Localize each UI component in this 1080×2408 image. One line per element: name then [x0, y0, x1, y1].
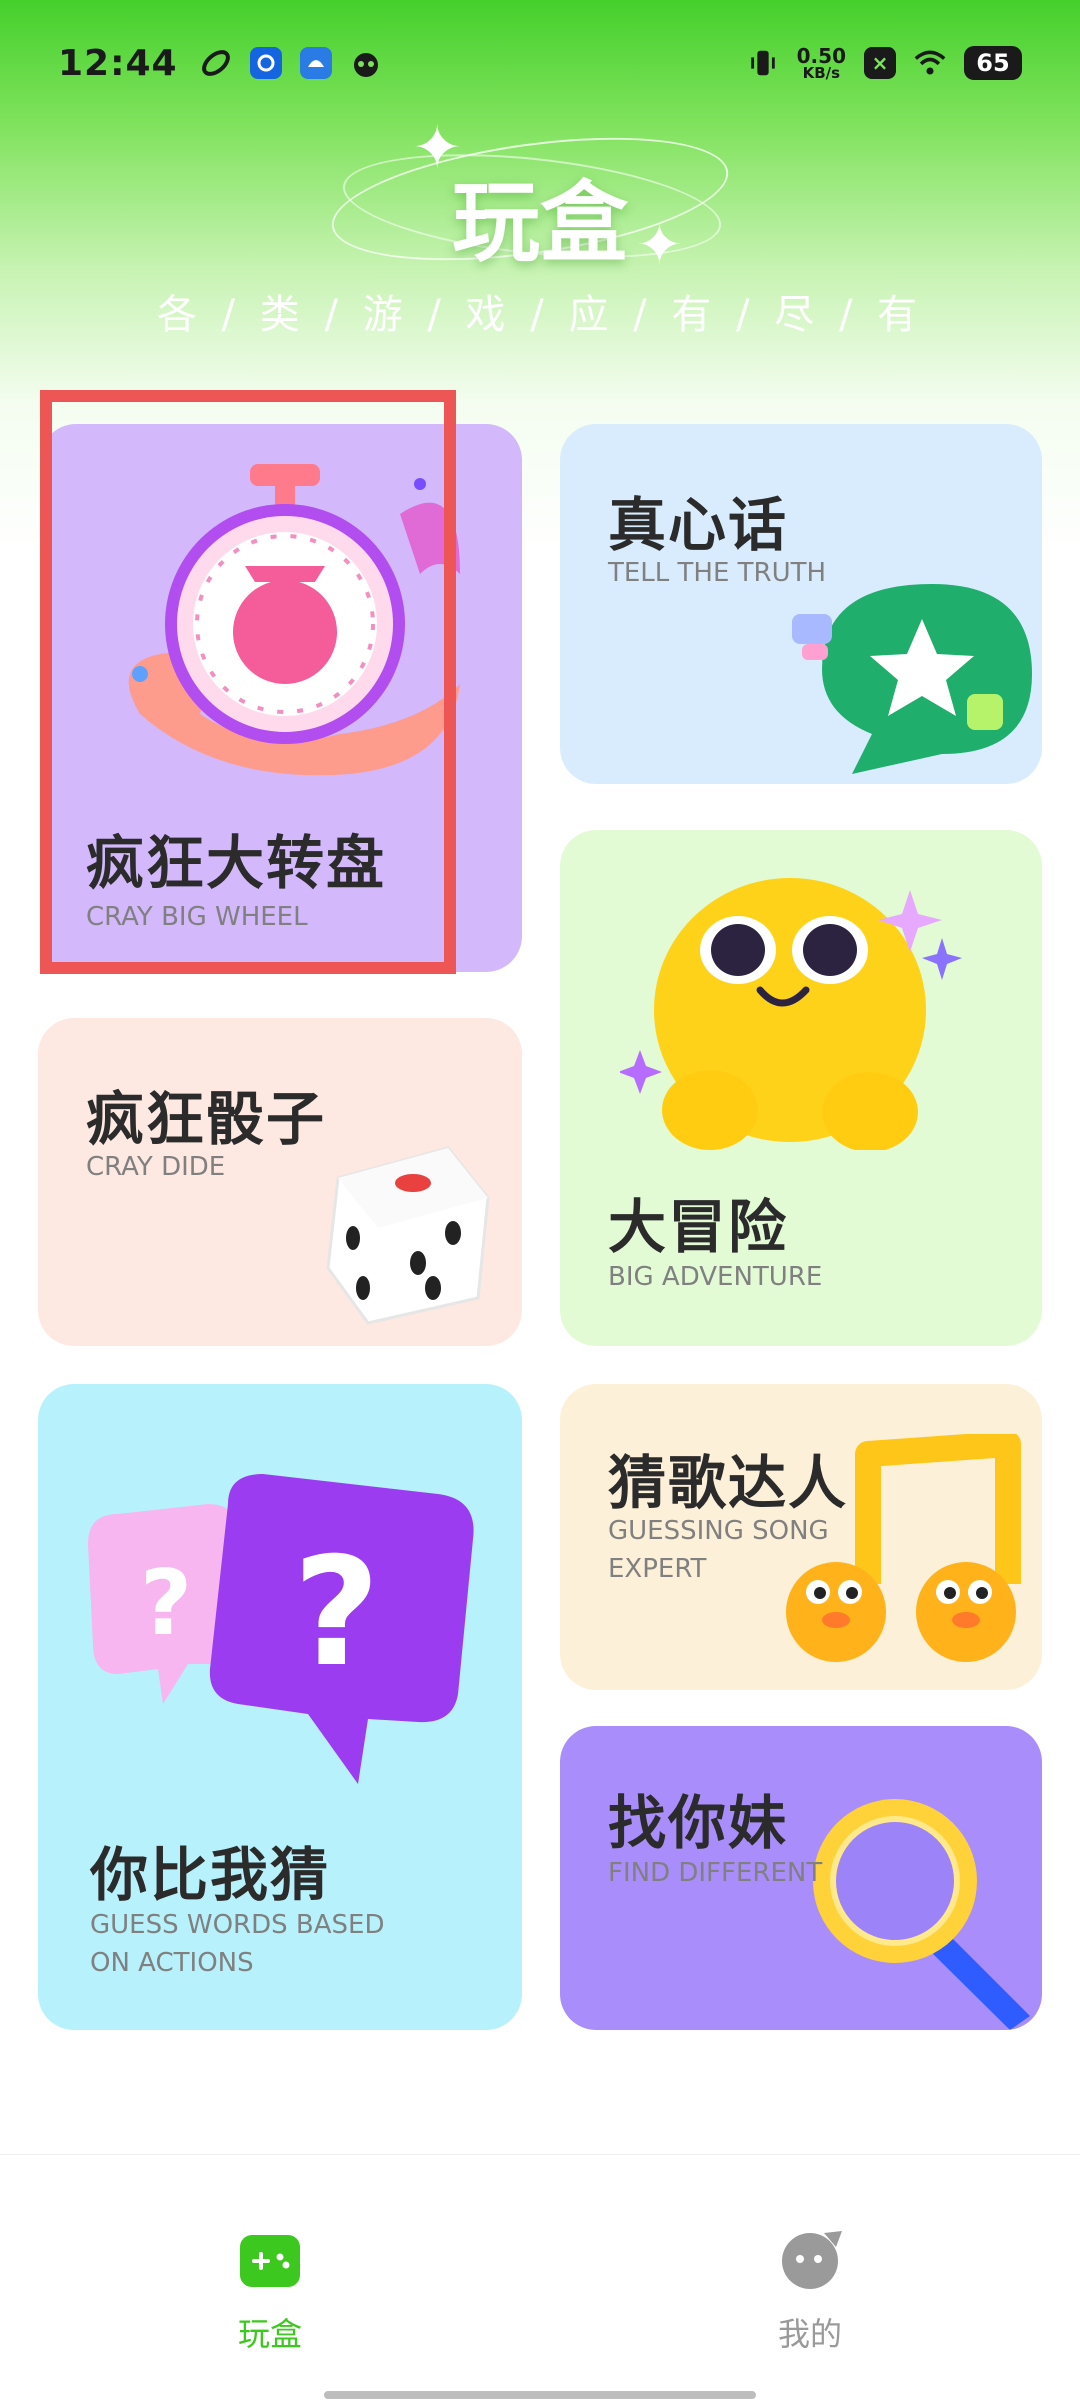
nav-tab-playbox[interactable]: 玩盒 [0, 2155, 540, 2355]
sim-off-icon: × [864, 47, 896, 79]
nav-label-playbox: 玩盒 [237, 2315, 302, 2353]
page-title: 玩盒 [451, 171, 628, 274]
card-subtitle-line2: ON ACTIONS [90, 1948, 254, 1978]
game-card-dice[interactable]: 疯狂骰子 CRAY DIDE [38, 1018, 522, 1346]
music-note-icon [778, 1431, 1028, 1674]
game-card-find-different[interactable]: 找你妹 FIND DIFFERENT [560, 1726, 1042, 2030]
app-icon-2 [249, 47, 282, 79]
net-speed: 0.50 KB/s [796, 43, 846, 82]
status-bar: 12:44 0.50 KB/s × 65 [0, 0, 1080, 126]
chat-star-icon [792, 574, 1042, 784]
nav-tab-mine[interactable]: 我的 [540, 2155, 1080, 2355]
card-subtitle-line2: EXPERT [608, 1554, 707, 1584]
app-header: ✦ ✦ 玩盒 各 / 类 / 游 / 戏 / 应 / 有 / 尽 / 有 [0, 110, 1080, 350]
card-subtitle: CRAY DIDE [86, 1152, 226, 1182]
app-icon-1 [200, 47, 232, 79]
card-title: 疯狂骰子 [86, 1085, 327, 1153]
page-subtitle: 各 / 类 / 游 / 戏 / 应 / 有 / 尽 / 有 [156, 292, 924, 338]
card-subtitle-line1: GUESS WORDS BASED [90, 1910, 385, 1940]
status-time: 12:44 [58, 42, 178, 84]
svg-text:?: ? [140, 1551, 192, 1656]
battery-icon: 65 [964, 46, 1022, 80]
card-title: 你比我猜 [90, 1841, 331, 1909]
game-card-guess-words[interactable]: ? ? 你比我猜 GUESS WORDS BASED ON ACTIONS [38, 1384, 522, 2030]
card-title: 疯狂大转盘 [86, 829, 387, 897]
svg-text:?: ? [293, 1526, 380, 1700]
status-left-icons [200, 47, 382, 79]
card-title: 大冒险 [608, 1193, 789, 1261]
card-title: 找你妹 [608, 1789, 789, 1857]
app-icon-4 [350, 47, 382, 79]
game-card-truth[interactable]: 真心话 TELL THE TRUTH [560, 424, 1042, 784]
vibrate-icon [747, 47, 779, 79]
card-subtitle: FIND DIFFERENT [608, 1858, 823, 1888]
magnifier-icon [800, 1776, 1042, 2030]
nav-label-mine: 我的 [777, 2315, 842, 2353]
profile-icon [780, 2227, 844, 2291]
app-icon-3 [299, 47, 332, 79]
smiley-icon [618, 850, 980, 1152]
bottom-nav: 玩盒 我的 [0, 2154, 1080, 2408]
stopwatch-icon [100, 454, 480, 784]
card-title: 真心话 [608, 491, 789, 559]
game-card-big-wheel[interactable]: 疯狂大转盘 CRAY BIG WHEEL [40, 424, 522, 972]
gamepad-icon [240, 2235, 300, 2287]
home-indicator[interactable] [324, 2391, 756, 2399]
game-card-adventure[interactable]: 大冒险 BIG ADVENTURE [560, 830, 1042, 1346]
dice-icon [308, 1138, 498, 1328]
question-bubbles-icon: ? ? [68, 1464, 488, 1804]
card-subtitle: CRAY BIG WHEEL [86, 902, 308, 932]
status-right: 0.50 KB/s × 65 [747, 46, 1022, 81]
card-subtitle: BIG ADVENTURE [608, 1262, 823, 1292]
wifi-icon [914, 47, 946, 79]
game-card-guess-song[interactable]: 猜歌达人 GUESSING SONG EXPERT [560, 1384, 1042, 1690]
